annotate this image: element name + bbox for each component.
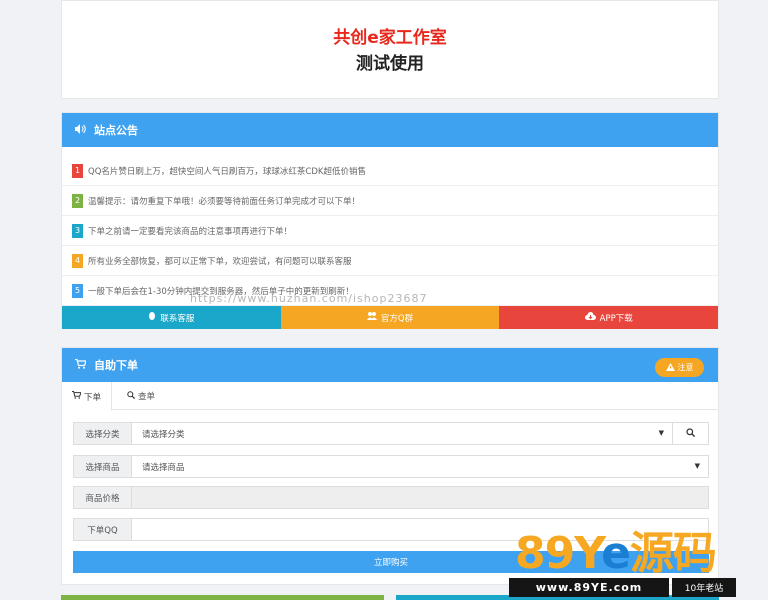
brand-title: 共创e家工作室 bbox=[333, 28, 447, 48]
notice-text: QQ名片赞日刷上万，超快空间人气日刷百万，球球冰红茶CDK超低价销售 bbox=[88, 166, 366, 177]
notice-header: 站点公告 bbox=[62, 113, 718, 147]
chevron-down-icon: ▼ bbox=[694, 462, 700, 470]
brand-subtitle: 测试使用 bbox=[356, 54, 424, 74]
product-label: 选择商品 bbox=[74, 456, 132, 477]
product-value: 请选择商品 bbox=[142, 462, 185, 473]
logo-text: 89Ye源码 bbox=[515, 526, 717, 582]
logo-site: www.89YE.com bbox=[509, 578, 669, 597]
category-row: 选择分类 请选择分类 ▼ bbox=[73, 422, 709, 445]
logo-tag: 10年老站 bbox=[672, 578, 736, 597]
tab-query-label: 查单 bbox=[137, 392, 155, 402]
cart-icon bbox=[75, 358, 87, 372]
search-icon bbox=[686, 427, 696, 440]
qq-icon bbox=[148, 311, 156, 324]
watermark-url: https://www.huzhan.com/ishop23687 bbox=[190, 292, 428, 305]
category-select[interactable]: 请选择分类 ▼ bbox=[132, 423, 672, 444]
category-value: 请选择分类 bbox=[142, 429, 185, 440]
bottom-strip-green bbox=[61, 595, 384, 600]
notice-item: 2 温馨提示：请勿重复下单哦！必须要等待前面任务订单完成才可以下单！ bbox=[62, 186, 718, 216]
warning-icon bbox=[665, 362, 675, 373]
contact-service-button[interactable]: 联系客服 bbox=[62, 306, 281, 329]
cart-icon bbox=[71, 391, 82, 402]
search-icon bbox=[127, 390, 136, 402]
contact-link-bar: 联系客服 官方Q群 APP下载 bbox=[62, 306, 719, 329]
price-row: 商品价格 bbox=[73, 486, 709, 509]
product-row: 选择商品 请选择商品 ▼ bbox=[73, 455, 709, 478]
notice-number: 4 bbox=[72, 253, 83, 268]
notice-number: 5 bbox=[72, 283, 83, 298]
price-field bbox=[132, 487, 708, 508]
warning-label: 注意 bbox=[677, 363, 694, 372]
official-group-button[interactable]: 官方Q群 bbox=[280, 306, 500, 329]
notice-title: 站点公告 bbox=[94, 124, 138, 137]
notice-text: 温馨提示：请勿重复下单哦！必须要等待前面任务订单完成才可以下单！ bbox=[88, 196, 361, 207]
contact-service-label: 联系客服 bbox=[160, 313, 195, 324]
watermark-logo: 89Ye源码 www.89YE.com 10年老站 bbox=[509, 526, 768, 600]
price-label: 商品价格 bbox=[74, 487, 132, 508]
logo-prefix: 89Y bbox=[515, 528, 602, 579]
category-search-button[interactable] bbox=[672, 423, 708, 444]
app-download-label: APP下载 bbox=[599, 313, 633, 324]
order-tabs: 下单 查单 bbox=[62, 382, 718, 411]
app-download-button[interactable]: APP下载 bbox=[499, 306, 719, 329]
notice-item: 1 QQ名片赞日刷上万，超快空间人气日刷百万，球球冰红茶CDK超低价销售 bbox=[62, 156, 718, 186]
notice-item: 3 下单之前请一定要看完该商品的注意事项再进行下单！ bbox=[62, 216, 718, 246]
notice-list: 1 QQ名片赞日刷上万，超快空间人气日刷百万，球球冰红茶CDK超低价销售 2 温… bbox=[62, 156, 718, 306]
product-select[interactable]: 请选择商品 ▼ bbox=[132, 456, 708, 477]
notice-number: 2 bbox=[72, 193, 83, 208]
notice-number: 1 bbox=[72, 163, 83, 178]
tab-query[interactable]: 查单 bbox=[117, 382, 165, 410]
logo-mid: e bbox=[601, 528, 631, 579]
notice-item: 4 所有业务全部恢复，都可以正常下单，欢迎尝试，有问题可以联系客服 bbox=[62, 246, 718, 276]
category-label: 选择分类 bbox=[74, 423, 132, 444]
order-header: 自助下单 注意 bbox=[62, 348, 718, 382]
tab-order[interactable]: 下单 bbox=[62, 382, 112, 411]
order-title: 自助下单 bbox=[94, 359, 138, 372]
cloud-download-icon bbox=[584, 312, 596, 323]
tab-order-label: 下单 bbox=[83, 392, 101, 403]
notice-text: 所有业务全部恢复，都可以正常下单，欢迎尝试，有问题可以联系客服 bbox=[88, 256, 352, 267]
users-icon bbox=[366, 312, 377, 323]
qq-label: 下单QQ bbox=[74, 519, 132, 540]
brand-card: 共创e家工作室 测试使用 bbox=[61, 0, 719, 99]
chevron-down-icon: ▼ bbox=[658, 429, 664, 437]
notice-text: 下单之前请一定要看完该商品的注意事项再进行下单！ bbox=[88, 226, 293, 237]
notice-number: 3 bbox=[72, 223, 83, 238]
volume-icon bbox=[75, 123, 86, 137]
notice-warning-button[interactable]: 注意 bbox=[655, 358, 704, 377]
logo-suffix: 源码 bbox=[629, 528, 717, 579]
official-group-label: 官方Q群 bbox=[380, 313, 414, 324]
